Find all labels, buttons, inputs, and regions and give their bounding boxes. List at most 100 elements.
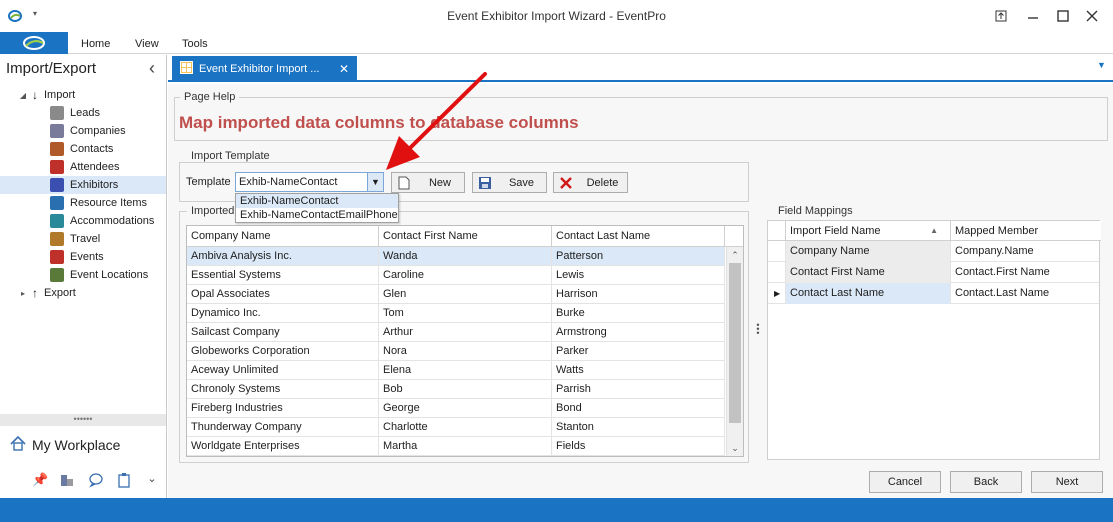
close-tab-icon[interactable]: ✕ (339, 62, 349, 76)
my-workplace-button[interactable]: My Workplace (10, 435, 120, 454)
mapped-member-cell[interactable]: Contact.Last Name (951, 283, 1099, 304)
field-mappings-grid[interactable]: Import Field Name ▲ Mapped Member Compan… (767, 220, 1101, 460)
cancel-button[interactable]: Cancel (869, 471, 941, 493)
chevron-down-icon[interactable]: ▼ (367, 173, 383, 191)
collapse-nav-icon[interactable]: ‹ (149, 58, 155, 79)
scroll-up-icon[interactable]: ⌃ (727, 248, 743, 262)
tree-node-export[interactable]: ▸ ↑ Export (0, 284, 166, 302)
table-cell[interactable]: Fireberg Industries (187, 399, 379, 418)
table-cell[interactable]: Ambiva Analysis Inc. (187, 247, 379, 266)
table-row[interactable]: Globeworks Corporation Nora Parker (187, 342, 725, 361)
table-cell[interactable]: Aceway Unlimited (187, 361, 379, 380)
panel-splitter-grip[interactable]: • • • (755, 321, 761, 338)
tree-node-accommodations[interactable]: Accommodations (0, 212, 166, 230)
table-cell[interactable]: Patterson (552, 247, 725, 266)
table-cell[interactable]: Harrison (552, 285, 725, 304)
menu-home[interactable]: Home (81, 32, 110, 54)
mapped-member-cell[interactable]: Contact.First Name (951, 262, 1099, 283)
table-cell[interactable]: Fields (552, 437, 725, 456)
template-dropdown-list[interactable]: Exhib-NameContact Exhib-NameContactEmail… (235, 193, 399, 223)
table-row[interactable]: Sailcast Company Arthur Armstrong (187, 323, 725, 342)
collapse-arrow-icon[interactable]: ◢ (18, 91, 28, 100)
maximize-icon[interactable] (1049, 4, 1077, 28)
column-header-contact-first-name[interactable]: Contact First Name (379, 226, 552, 247)
column-header-company-name[interactable]: Company Name (187, 226, 379, 247)
mapping-row[interactable]: Company Name Company.Name (768, 241, 1099, 262)
table-cell[interactable]: Parker (552, 342, 725, 361)
table-cell[interactable]: Chronoly Systems (187, 380, 379, 399)
table-cell[interactable]: Burke (552, 304, 725, 323)
vertical-scrollbar[interactable]: ⌃ ⌄ (726, 247, 743, 456)
table-cell[interactable]: George (379, 399, 552, 418)
more-chevron-icon[interactable]: ⌄ (144, 472, 160, 488)
next-button[interactable]: Next (1031, 471, 1103, 493)
scroll-down-icon[interactable]: ⌄ (727, 441, 743, 455)
delete-button[interactable]: Delete (553, 172, 628, 193)
import-field-name-cell[interactable]: Company Name (786, 241, 951, 262)
clipboard-icon[interactable] (116, 472, 132, 488)
table-cell[interactable]: Sailcast Company (187, 323, 379, 342)
tree-node-travel[interactable]: Travel (0, 230, 166, 248)
scrollbar-thumb[interactable] (729, 263, 741, 423)
table-cell[interactable]: Arthur (379, 323, 552, 342)
table-row[interactable]: Worldgate Enterprises Martha Fields (187, 437, 725, 456)
table-cell[interactable]: Opal Associates (187, 285, 379, 304)
table-row[interactable]: Thunderway Company Charlotte Stanton (187, 418, 725, 437)
template-combobox[interactable]: Exhib-NameContact ▼ (235, 172, 384, 192)
tree-node-attendees[interactable]: Attendees (0, 158, 166, 176)
tab-event-exhibitor-import[interactable]: Event Exhibitor Import ... ✕ (172, 56, 357, 82)
tree-node-companies[interactable]: Companies (0, 122, 166, 140)
table-row[interactable]: Essential Systems Caroline Lewis (187, 266, 725, 285)
table-cell[interactable]: Charlotte (379, 418, 552, 437)
table-cell[interactable]: Bond (552, 399, 725, 418)
app-menu-button[interactable] (0, 32, 68, 54)
table-cell[interactable]: Martha (379, 437, 552, 456)
mapping-row[interactable]: ▶ Contact Last Name Contact.Last Name (768, 283, 1099, 304)
table-row[interactable]: Chronoly Systems Bob Parrish (187, 380, 725, 399)
column-header-import-field-name[interactable]: Import Field Name ▲ (786, 221, 951, 241)
table-cell[interactable]: Parrish (552, 380, 725, 399)
tree-node-import[interactable]: ◢ ↓ Import (0, 86, 166, 104)
table-row[interactable]: Ambiva Analysis Inc. Wanda Patterson (187, 247, 725, 266)
close-icon[interactable] (1078, 4, 1106, 28)
mapped-member-cell[interactable]: Company.Name (951, 241, 1099, 262)
tree-node-contacts[interactable]: Contacts (0, 140, 166, 158)
minimize-icon[interactable] (1019, 4, 1047, 28)
nav-splitter[interactable]: •••••• (0, 414, 166, 426)
table-cell[interactable]: Caroline (379, 266, 552, 285)
table-cell[interactable]: Essential Systems (187, 266, 379, 285)
table-cell[interactable]: Stanton (552, 418, 725, 437)
tree-node-leads[interactable]: Leads (0, 104, 166, 122)
table-cell[interactable]: Nora (379, 342, 552, 361)
tab-list-dropdown-icon[interactable]: ▼ (1097, 60, 1106, 70)
table-cell[interactable]: Wanda (379, 247, 552, 266)
table-cell[interactable]: Worldgate Enterprises (187, 437, 379, 456)
table-cell[interactable]: Elena (379, 361, 552, 380)
tree-node-events[interactable]: Events (0, 248, 166, 266)
column-header-contact-last-name[interactable]: Contact Last Name (552, 226, 725, 247)
mapping-row[interactable]: Contact First Name Contact.First Name (768, 262, 1099, 283)
menu-view[interactable]: View (135, 32, 159, 54)
menu-tools[interactable]: Tools (182, 32, 208, 54)
table-cell[interactable]: Lewis (552, 266, 725, 285)
dropdown-option[interactable]: Exhib-NameContactEmailPhone (236, 208, 398, 222)
table-cell[interactable]: Thunderway Company (187, 418, 379, 437)
import-field-name-cell[interactable]: Contact First Name (786, 262, 951, 283)
tree-node-exhibitors[interactable]: Exhibitors (0, 176, 166, 194)
dropdown-option[interactable]: Exhib-NameContact (236, 194, 398, 208)
table-cell[interactable]: Globeworks Corporation (187, 342, 379, 361)
chat-icon[interactable] (88, 472, 104, 488)
table-row[interactable]: Fireberg Industries George Bond (187, 399, 725, 418)
buildings-icon[interactable] (59, 472, 75, 488)
back-button[interactable]: Back (950, 471, 1022, 493)
table-cell[interactable]: Bob (379, 380, 552, 399)
table-row[interactable]: Aceway Unlimited Elena Watts (187, 361, 725, 380)
new-button[interactable]: New (391, 172, 465, 193)
table-cell[interactable]: Dynamico Inc. (187, 304, 379, 323)
tree-node-event-locations[interactable]: Event Locations (0, 266, 166, 284)
table-row[interactable]: Dynamico Inc. Tom Burke (187, 304, 725, 323)
tree-node-resource-items[interactable]: Resource Items (0, 194, 166, 212)
table-cell[interactable]: Watts (552, 361, 725, 380)
column-header-mapped-member[interactable]: Mapped Member (951, 221, 1101, 241)
imported-data-grid[interactable]: Company Name Contact First Name Contact … (186, 225, 744, 457)
